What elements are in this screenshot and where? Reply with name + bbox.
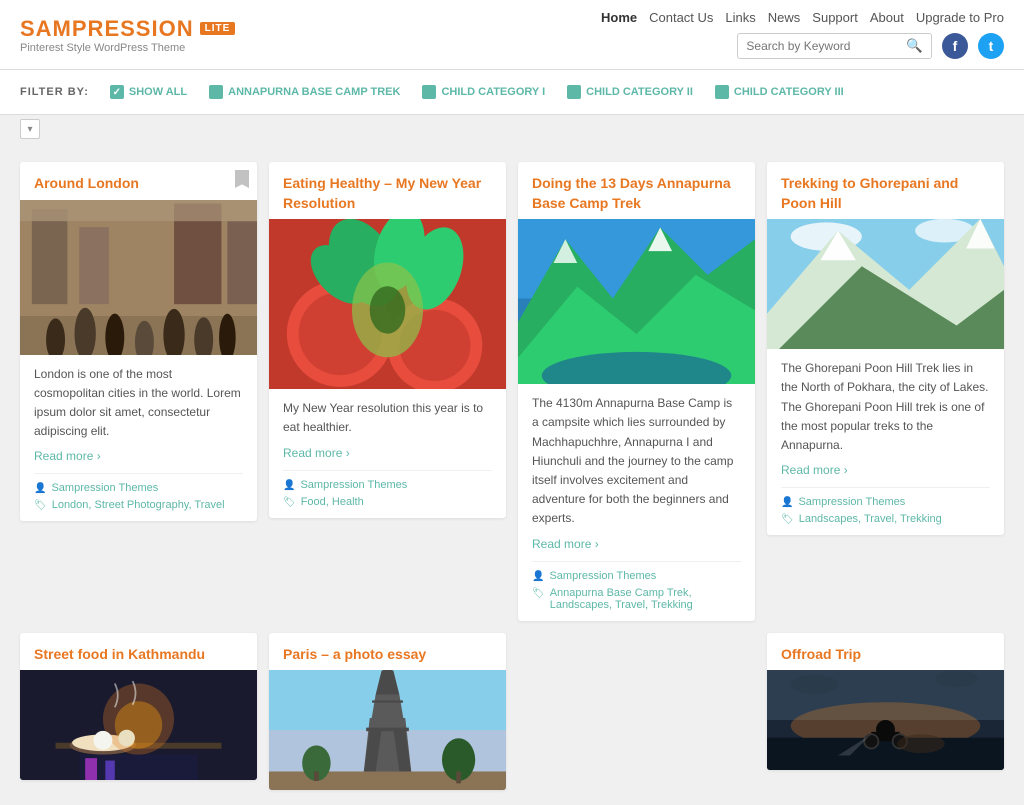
- card-meta-3: Sampression Themes Annapurna Base Camp T…: [532, 561, 741, 611]
- tag-icon-2: [283, 496, 296, 508]
- card-title-8[interactable]: Offroad Trip: [767, 633, 1004, 671]
- filter-show-all[interactable]: ✓ SHOW ALL: [104, 82, 193, 102]
- card-tags-4: Landscapes, Travel, Trekking: [781, 513, 990, 525]
- nav-area: Home Contact Us Links News Support About…: [601, 10, 1004, 59]
- filter-bar: FILTER BY: ✓ SHOW ALL ANNAPURNA BASE CAM…: [0, 70, 1024, 115]
- card-image-paris: [269, 670, 506, 790]
- card-image-street: [20, 670, 257, 780]
- card-body-4: The Ghorepani Poon Hill Trek lies in the…: [767, 349, 1004, 535]
- mountain-illustration: [767, 219, 1004, 349]
- read-more-2[interactable]: Read more ›: [283, 446, 492, 460]
- card-image-offroad: [767, 670, 1004, 770]
- card-desc-4: The Ghorepani Poon Hill Trek lies in the…: [781, 359, 990, 455]
- tag-icon-1: [34, 499, 47, 511]
- card-author-2: Sampression Themes: [283, 479, 492, 491]
- chevron-down-icon: ▾: [27, 124, 32, 135]
- card-title-4[interactable]: Trekking to Ghorepani and Poon Hill: [767, 162, 1004, 219]
- nav-bottom: 🔍 f t: [737, 33, 1004, 59]
- card-body-3: The 4130m Annapurna Base Camp is a camps…: [518, 384, 755, 620]
- logo-subtitle: Pinterest Style WordPress Theme: [20, 42, 235, 54]
- logo-lite-badge: LITE: [200, 22, 236, 35]
- street-food-illustration: [20, 670, 257, 780]
- card-title-area-1: Around London: [20, 162, 257, 200]
- trek-illustration: [518, 219, 755, 384]
- filter-child-cat-2[interactable]: CHILD CATEGORY II: [561, 82, 699, 102]
- card-body-2: My New Year resolution this year is to e…: [269, 389, 506, 517]
- card-image-food: [269, 219, 506, 389]
- filter-child-cat-3[interactable]: CHILD CATEGORY III: [709, 82, 850, 102]
- filter-label: FILTER BY:: [20, 86, 89, 98]
- offroad-illustration: [767, 670, 1004, 770]
- search-button[interactable]: 🔍: [898, 34, 931, 58]
- card-author-4: Sampression Themes: [781, 496, 990, 508]
- logo-name: SAMPRESSION: [20, 16, 194, 42]
- user-icon-1: [34, 482, 46, 494]
- nav-contact[interactable]: Contact Us: [649, 10, 713, 25]
- header: SAMPRESSION LITE Pinterest Style WordPre…: [0, 0, 1024, 70]
- card-tags-2: Food, Health: [283, 496, 492, 508]
- card-meta-1: Sampression Themes London, Street Photog…: [34, 473, 243, 511]
- nav-about[interactable]: About: [870, 10, 904, 25]
- filter-child-cat-1[interactable]: CHILD CATEGORY I: [416, 82, 551, 102]
- card-title-3[interactable]: Doing the 13 Days Annapurna Base Camp Tr…: [518, 162, 755, 219]
- card-title-2[interactable]: Eating Healthy – My New Year Resolution: [269, 162, 506, 219]
- card-body-1: London is one of the most cosmopolitan c…: [20, 355, 257, 522]
- london-illustration: [20, 200, 257, 355]
- search-input[interactable]: [738, 35, 898, 57]
- nav-links: Home Contact Us Links News Support About…: [601, 10, 1004, 25]
- card-annapurna-trek: Doing the 13 Days Annapurna Base Camp Tr…: [518, 162, 755, 621]
- card-tags-3: Annapurna Base Camp Trek, Landscapes, Tr…: [532, 587, 741, 611]
- card-title-1[interactable]: Around London: [20, 162, 257, 200]
- tag-icon-4: [781, 513, 794, 525]
- logo-area: SAMPRESSION LITE Pinterest Style WordPre…: [20, 16, 235, 54]
- paris-illustration: [269, 670, 506, 790]
- tag-icon-3: [532, 587, 545, 599]
- card-desc-2: My New Year resolution this year is to e…: [283, 399, 492, 437]
- nav-support[interactable]: Support: [812, 10, 858, 25]
- card-image-mountain: [767, 219, 1004, 349]
- card-meta-2: Sampression Themes Food, Health: [283, 470, 492, 508]
- read-more-4[interactable]: Read more ›: [781, 463, 990, 477]
- nav-upgrade[interactable]: Upgrade to Pro: [916, 10, 1004, 25]
- card-title-6[interactable]: Paris – a photo essay: [269, 633, 506, 671]
- card-title-5[interactable]: Street food in Kathmandu: [20, 633, 257, 671]
- card-author-3: Sampression Themes: [532, 570, 741, 582]
- filter-dropdown-button[interactable]: ▾: [20, 119, 40, 139]
- card-desc-1: London is one of the most cosmopolitan c…: [34, 365, 243, 442]
- search-box: 🔍: [737, 33, 932, 59]
- card-ghorepani: Trekking to Ghorepani and Poon Hill: [767, 162, 1004, 535]
- user-icon-2: [283, 479, 295, 491]
- read-more-3[interactable]: Read more ›: [532, 537, 741, 551]
- card-image-london: [20, 200, 257, 355]
- card-tags-1: London, Street Photography, Travel: [34, 499, 243, 511]
- nav-links-item[interactable]: Links: [725, 10, 755, 25]
- user-icon-4: [781, 496, 793, 508]
- card-paris: Paris – a photo essay: [269, 633, 506, 791]
- read-more-1[interactable]: Read more ›: [34, 449, 243, 463]
- card-street-food: Street food in Kathmandu: [20, 633, 257, 781]
- card-around-london: Around London: [20, 162, 257, 521]
- user-icon-3: [532, 570, 544, 582]
- twitter-icon[interactable]: t: [978, 33, 1004, 59]
- card-grid: Around London: [20, 162, 1004, 790]
- food-illustration: [269, 219, 506, 389]
- card-eating-healthy: Eating Healthy – My New Year Resolution: [269, 162, 506, 518]
- nav-home[interactable]: Home: [601, 10, 637, 25]
- filter-annapurna[interactable]: ANNAPURNA BASE CAMP TREK: [203, 82, 406, 102]
- main-content: Around London: [0, 147, 1024, 805]
- card-meta-4: Sampression Themes Landscapes, Travel, T…: [781, 487, 990, 525]
- card-author-1: Sampression Themes: [34, 482, 243, 494]
- facebook-icon[interactable]: f: [942, 33, 968, 59]
- card-offroad: Offroad Trip: [767, 633, 1004, 771]
- nav-news[interactable]: News: [768, 10, 801, 25]
- card-desc-3: The 4130m Annapurna Base Camp is a camps…: [532, 394, 741, 528]
- logo[interactable]: SAMPRESSION LITE: [20, 16, 235, 42]
- card-image-trek: [518, 219, 755, 384]
